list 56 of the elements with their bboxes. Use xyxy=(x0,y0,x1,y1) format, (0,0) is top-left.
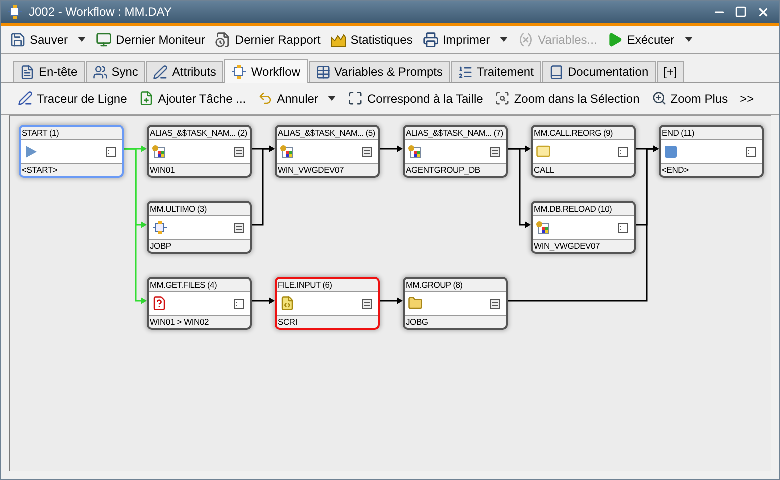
maximize-button[interactable] xyxy=(733,4,749,20)
save-icon xyxy=(10,32,26,48)
tab[interactable]: Traitement xyxy=(451,61,541,82)
tab[interactable]: Workflow xyxy=(224,59,308,83)
window-title: J002 - Workflow : MM.DAY xyxy=(29,5,173,19)
node-label: JOBP xyxy=(149,240,172,252)
workflow-icon xyxy=(7,4,23,20)
tab[interactable]: Variables & Prompts xyxy=(308,61,450,82)
toolbar-button[interactable]: Sauver xyxy=(7,30,90,50)
run-icon xyxy=(607,32,624,48)
toolbar-button[interactable]: Statistiques xyxy=(328,30,416,50)
task-node[interactable]: ALIAS_&$TASK_NAM... (2) WIN01 xyxy=(147,125,252,178)
node-label: SCRI xyxy=(277,316,299,328)
toolbar-button[interactable]: Traceur de Ligne xyxy=(15,89,130,108)
node-label: WIN_VWGDEV07 xyxy=(533,240,602,252)
tab[interactable]: Sync xyxy=(86,61,146,82)
task-node[interactable]: MM.GET.FILES (4) WIN01 > WIN02 xyxy=(147,277,252,330)
task-node[interactable]: END (11) <END> xyxy=(659,125,764,178)
task-node[interactable]: MM.GROUP (8) JOBG xyxy=(403,277,508,330)
tab[interactable]: Documentation xyxy=(542,61,656,82)
monitor-icon xyxy=(96,32,112,48)
node-label: WIN01 > WIN02 xyxy=(149,316,210,328)
zoomin-icon xyxy=(652,91,667,106)
toolbar-button[interactable]: Correspond à la Taille xyxy=(345,89,486,108)
task-node[interactable]: ALIAS_&$TASK_NAM... (7) AGENTGROUP_DB xyxy=(403,125,508,178)
task-node[interactable]: ALIAS_&$TASK_NAM... (5) WIN_VWGDEV07 xyxy=(275,125,380,178)
close-icon xyxy=(756,6,770,18)
undo-icon xyxy=(258,91,274,106)
task-node[interactable]: MM.ULTIMO (3) JOBP xyxy=(147,201,252,254)
tab[interactable]: Attributs xyxy=(146,61,224,82)
task-node[interactable]: FILE.INPUT (6) SCRI xyxy=(275,277,380,330)
toolbar-button[interactable]: Annuler xyxy=(255,89,340,108)
toolbar-button[interactable]: Ajouter Tâche ... xyxy=(136,89,250,108)
maximize-icon xyxy=(735,6,747,18)
workflow-icon xyxy=(231,64,248,80)
toolbar-button[interactable]: Imprimer xyxy=(420,30,512,50)
task-node[interactable]: START (1) <START> xyxy=(19,125,124,178)
node-label: WIN01 xyxy=(149,164,176,176)
toolbar-button[interactable]: Exécuter xyxy=(604,30,696,50)
toolbar-button[interactable]: >> xyxy=(737,90,758,108)
toolbar-button[interactable]: Dernier Rapport xyxy=(212,30,324,50)
chart-icon xyxy=(330,32,347,48)
node-label: JOBG xyxy=(405,316,430,328)
node-label: <END> xyxy=(661,164,690,176)
toolbar-button[interactable]: Zoom Plus xyxy=(648,89,732,108)
node-label: WIN_VWGDEV07 xyxy=(277,164,346,176)
task-node[interactable]: MM.CALL.REORG (9) CALL xyxy=(531,125,636,178)
node-label: CALL xyxy=(533,164,556,176)
tab[interactable]: En-tête xyxy=(13,61,85,82)
task-node[interactable]: MM.DB.RELOAD (10) WIN_VWGDEV07 xyxy=(531,201,636,254)
node-label: AGENTGROUP_DB xyxy=(405,164,482,176)
toolbar-button[interactable]: Zoom dans la Sélection xyxy=(492,89,643,108)
tab[interactable]: [+] xyxy=(656,61,684,82)
toolbar-button[interactable]: Dernier Moniteur xyxy=(93,30,208,50)
print-icon xyxy=(422,32,439,48)
node-label: <START> xyxy=(21,164,59,176)
